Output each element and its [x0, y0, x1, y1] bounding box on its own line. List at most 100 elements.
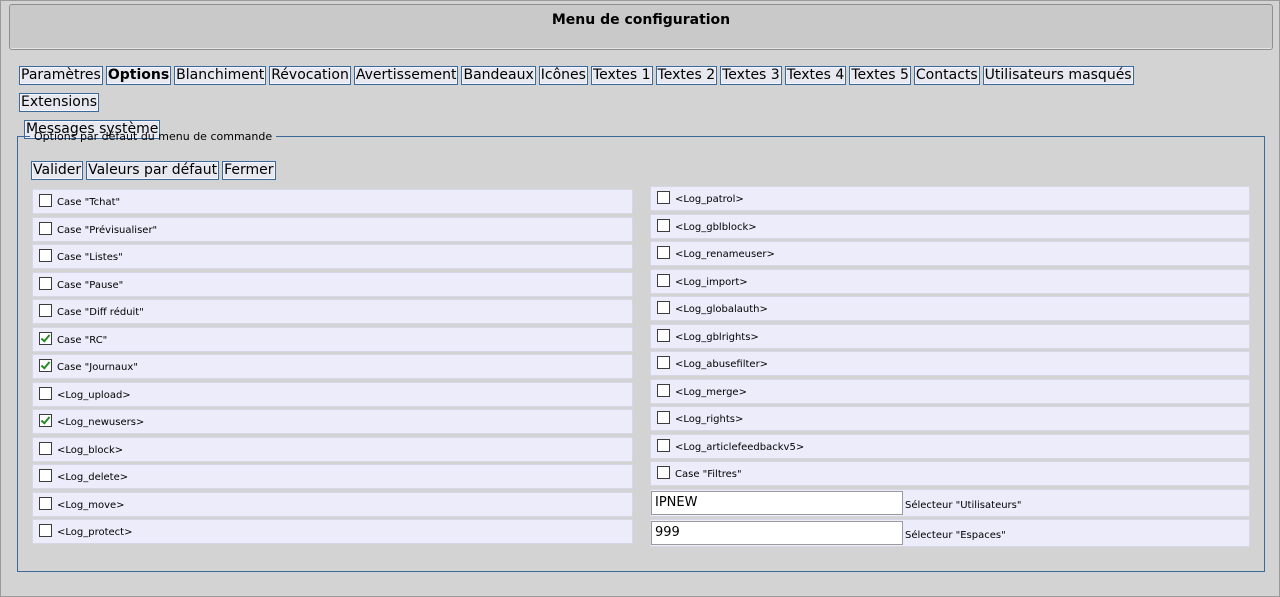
checkbox-case-diff-reduit[interactable]	[39, 304, 52, 317]
option-label: Case "RC"	[57, 334, 108, 346]
tab-revocation[interactable]: Révocation	[269, 66, 351, 85]
option-row-log-patrol: <Log_patrol>	[650, 186, 1250, 211]
option-label: <Log_renameuser>	[675, 249, 775, 260]
checkbox-case-tchat[interactable]	[39, 194, 52, 207]
option-label: Case "Listes"	[57, 252, 123, 263]
option-row-log-rights: <Log_rights>	[650, 406, 1250, 431]
default-values-button[interactable]: Valeurs par défaut	[86, 161, 220, 180]
checkbox-log-move[interactable]	[39, 496, 52, 510]
option-row-log-gblblock: <Log_gblblock>	[650, 213, 1250, 239]
option-row-case-filtres: Case "Filtres"	[650, 461, 1250, 486]
close-button[interactable]: Fermer	[222, 161, 276, 180]
option-label: Case "Prévisualiser"	[57, 224, 158, 236]
option-label: <Log_merge>	[675, 386, 747, 398]
selector-input-selecteur-espaces[interactable]: 999	[651, 520, 903, 545]
option-row-log-renameuser: <Log_renameuser>	[650, 241, 1250, 266]
tab-textes-2[interactable]: Textes 2	[655, 66, 718, 85]
option-row-log-protect: <Log_protect>	[32, 519, 633, 544]
checkbox-log-gblrights[interactable]	[657, 328, 670, 342]
checkbox-log-globalauth[interactable]	[657, 301, 670, 314]
right-options-column: <Log_patrol> <Log_gblblock> <Log_renameuse…	[650, 186, 1250, 549]
tab-textes-4[interactable]: Textes 4	[784, 66, 847, 85]
option-row-log-abusefilter: <Log_abusefilter>	[650, 351, 1250, 376]
option-label: Case "Journaux"	[57, 362, 138, 373]
window-title: Menu de configuration	[551, 12, 731, 28]
checkbox-log-gblblock[interactable]	[657, 218, 670, 232]
checkbox-log-protect[interactable]	[39, 524, 52, 537]
checkbox-case-pause[interactable]	[39, 276, 52, 290]
tab-row-1: Paramètres Options Blanchiment Révocation Av…	[19, 64, 1137, 112]
tab-contacts[interactable]: Contacts	[913, 66, 980, 85]
option-row-case-diff-reduit: Case "Diff réduit"	[32, 299, 633, 324]
tab-textes-3[interactable]: Textes 3	[720, 66, 782, 85]
tab-extensions[interactable]: Extensions	[19, 93, 100, 112]
checkbox-case-listes[interactable]	[39, 249, 52, 262]
option-label: Case "Filtres"	[675, 469, 742, 480]
checkbox-log-upload[interactable]	[39, 386, 52, 400]
checkbox-log-rights[interactable]	[657, 411, 670, 424]
checkbox-log-block[interactable]	[39, 441, 52, 455]
option-label: Case "Pause"	[57, 279, 124, 291]
option-label: <Log_delete>	[57, 472, 129, 483]
checkbox-log-abusefilter[interactable]	[657, 356, 670, 369]
option-label: <Log_gblblock>	[675, 221, 757, 233]
option-row-case-journaux: Case "Journaux"	[32, 354, 633, 379]
tab-textes-1[interactable]: Textes 1	[590, 66, 653, 85]
option-row-log-merge: <Log_merge>	[650, 378, 1250, 404]
option-label: <Log_block>	[57, 444, 124, 456]
fieldset-legend: Options par défaut du menu de commande	[34, 130, 273, 143]
option-label: <Log_articlefeedbackv5>	[675, 441, 805, 453]
checkbox-case-journaux[interactable]	[39, 359, 52, 372]
option-row-log-upload: <Log_upload>	[32, 381, 633, 407]
action-buttons: Valider Valeurs par défaut Fermer	[31, 159, 279, 180]
option-row-log-delete: <Log_delete>	[32, 464, 633, 489]
option-label: <Log_globalauth>	[675, 304, 768, 315]
tab-textes-5[interactable]: Textes 5	[849, 66, 911, 85]
option-label: <Log_gblrights>	[675, 331, 759, 343]
option-label: <Log_abusefilter>	[675, 359, 769, 370]
checkbox-log-articlefeedbackv5[interactable]	[657, 438, 670, 452]
option-label: <Log_rights>	[675, 414, 744, 425]
option-label: Case "Diff réduit"	[57, 307, 144, 318]
option-row-case-listes: Case "Listes"	[32, 244, 633, 269]
tab-options[interactable]: Options	[105, 66, 172, 85]
checkbox-case-filtres[interactable]	[657, 466, 670, 479]
option-row-case-pause: Case "Pause"	[32, 271, 633, 297]
option-row-case-tchat: Case "Tchat"	[32, 189, 633, 214]
tab-icones[interactable]: Icônes	[538, 66, 588, 85]
option-row-case-rc: Case "RC"	[32, 326, 633, 352]
checkbox-log-newusers[interactable]	[39, 414, 52, 427]
checkbox-log-delete[interactable]	[39, 469, 52, 482]
checkbox-log-merge[interactable]	[657, 383, 670, 397]
tab-bandeaux[interactable]: Bandeaux	[461, 66, 536, 85]
selector-row-selecteur-espaces: 999 Sélecteur "Espaces"	[650, 518, 1250, 547]
tab-parametres[interactable]: Paramètres	[19, 66, 103, 85]
option-row-log-move: <Log_move>	[32, 491, 633, 517]
tab-blanchiment[interactable]: Blanchiment	[174, 66, 267, 85]
title-bar: Menu de configuration	[9, 4, 1273, 50]
option-row-log-globalauth: <Log_globalauth>	[650, 296, 1250, 321]
option-label: <Log_import>	[675, 276, 748, 288]
option-row-case-previsualiser: Case "Prévisualiser"	[32, 216, 633, 242]
selector-label: Sélecteur "Utilisateurs"	[905, 499, 1022, 511]
option-row-log-articlefeedbackv5: <Log_articlefeedbackv5>	[650, 433, 1250, 459]
selector-input-selecteur-utilisateurs[interactable]: IPNEW	[651, 490, 903, 515]
checkbox-log-patrol[interactable]	[657, 191, 670, 204]
option-row-log-gblrights: <Log_gblrights>	[650, 323, 1250, 349]
config-window: Menu de configuration Paramètres Options B…	[0, 0, 1280, 597]
checkbox-case-rc[interactable]	[39, 331, 52, 345]
checkbox-case-previsualiser[interactable]	[39, 221, 52, 235]
option-label: <Log_upload>	[57, 389, 131, 401]
selector-row-selecteur-utilisateurs: IPNEW Sélecteur "Utilisateurs"	[650, 488, 1250, 517]
option-label: <Log_newusers>	[57, 417, 145, 428]
checkbox-log-renameuser[interactable]	[657, 246, 670, 259]
selector-label: Sélecteur "Espaces"	[905, 529, 1006, 541]
left-options-column: Case "Tchat" Case "Prévisualiser" Case "Li…	[32, 189, 633, 547]
option-row-log-block: <Log_block>	[32, 436, 633, 462]
checkbox-log-import[interactable]	[657, 273, 670, 287]
tab-avertissement[interactable]: Avertissement	[353, 66, 459, 85]
option-row-log-import: <Log_import>	[650, 268, 1250, 294]
option-label: <Log_protect>	[57, 527, 133, 538]
validate-button[interactable]: Valider	[31, 161, 84, 180]
tab-utilisateurs-masques[interactable]: Utilisateurs masqués	[982, 66, 1134, 85]
